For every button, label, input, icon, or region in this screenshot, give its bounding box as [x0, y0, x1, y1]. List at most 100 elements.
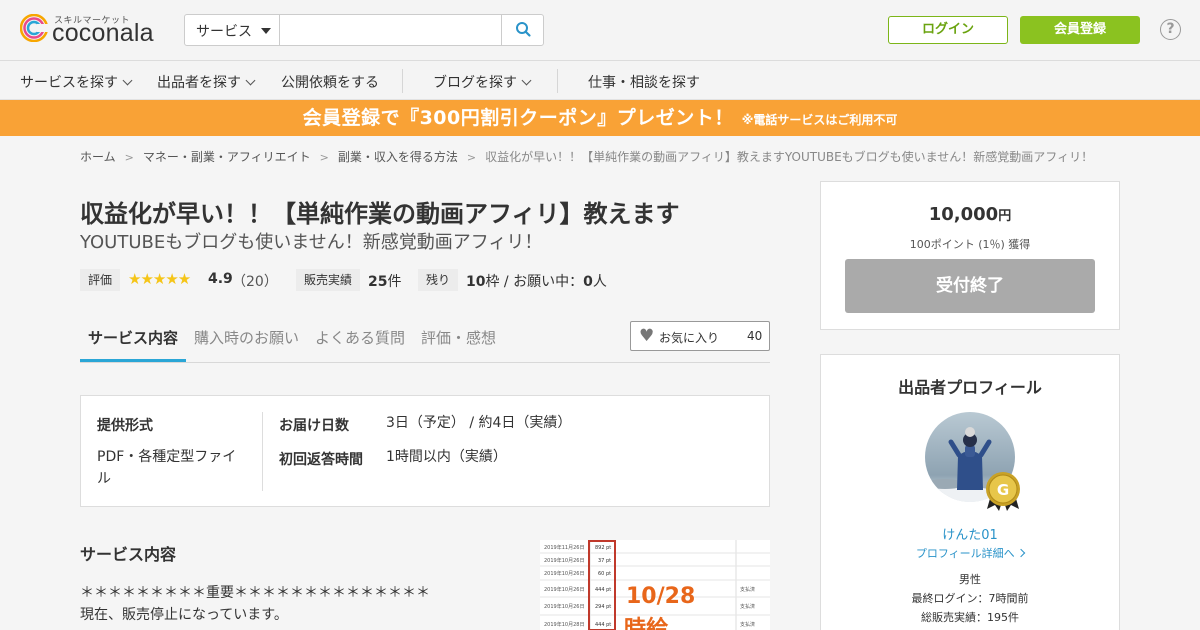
gold-rank-badge-icon: G — [986, 472, 1020, 511]
profile-detail-link[interactable]: プロフィール詳細へ — [821, 545, 1119, 561]
badge-letter: G — [997, 481, 1009, 499]
profile-link-label: プロフィール詳細へ — [915, 547, 1015, 560]
rating-stars-icon: ★★★★★ — [128, 270, 191, 288]
service-subtitle: YOUTUBEもブログも使いません！新感覚動画アフィリ！ — [80, 232, 543, 253]
seller-last-login: 最終ログイン：7時間前 — [911, 592, 1029, 605]
nav-item-label: ブログを探す — [433, 75, 517, 91]
requests-value: 0 — [583, 274, 593, 290]
seller-total-sales: 総販売実績：195件 — [921, 611, 1019, 624]
chevron-down-icon — [521, 75, 532, 86]
thumb-points: 37 pt — [598, 558, 611, 564]
site-header: スキルマーケット coconala サービス ログイン 会員登録 ? — [0, 0, 1200, 61]
remaining-text: 枠 / お願い中： — [485, 274, 584, 290]
sales-value: 25 — [368, 274, 388, 290]
points-note: 100ポイント (1％) 獲得 — [909, 238, 1031, 251]
favorite-button[interactable]: ♥ お気に入り 40 — [630, 321, 770, 351]
chevron-right-icon — [1016, 548, 1026, 558]
tab-reviews[interactable]: 評価・感想 — [421, 327, 496, 348]
search-button[interactable] — [501, 15, 544, 45]
seller-gender: 男性 — [959, 573, 981, 586]
thumb-date: 2019年10月26日 — [544, 586, 584, 593]
remaining-label: 残り — [418, 269, 459, 291]
breadcrumb-home[interactable]: ホーム — [80, 150, 116, 164]
caret-down-icon — [261, 28, 271, 34]
active-tab-indicator — [80, 359, 186, 362]
price-value: 10,000 — [928, 204, 999, 225]
heart-icon: ♥ — [639, 326, 655, 346]
service-info-box: 提供形式 PDF・各種定型ファイル お届け日数 3日（予定） / 約4日（実績）… — [80, 395, 770, 507]
seller-name[interactable]: けんた01 — [821, 524, 1119, 543]
price-currency: 円 — [998, 209, 1012, 224]
chevron-down-icon — [122, 75, 133, 86]
format-label: 提供形式 — [97, 418, 153, 434]
thumb-overlay-text: 時給 — [624, 616, 669, 630]
delivery-label: お届け日数 — [279, 418, 349, 434]
signup-button[interactable]: 会員登録 — [1020, 16, 1140, 44]
thumb-date: 2019年10月26日 — [544, 603, 584, 610]
thumb-points: 444 pt — [595, 587, 611, 593]
nav-divider — [557, 69, 558, 93]
thumb-points: 60 pt — [598, 571, 611, 577]
search-icon — [516, 22, 531, 37]
rating-label: 評価 — [80, 269, 121, 291]
format-value: PDF・各種定型ファイル — [97, 449, 237, 487]
reply-label: 初回返答時間 — [279, 452, 363, 468]
breadcrumb-subcategory[interactable]: 副業・収入を得る方法 — [338, 150, 458, 164]
search-input[interactable] — [281, 15, 500, 45]
rating-value: 4.9 — [208, 271, 233, 287]
nav-divider — [402, 69, 403, 93]
earnings-screenshot: 2019年11月26日 2019年10月26日 2019年10月26日 2019… — [540, 540, 770, 630]
service-thumbnail-image[interactable]: 2019年11月26日 2019年10月26日 2019年10月26日 2019… — [540, 540, 770, 630]
promo-banner[interactable]: 会員登録で『300円割引クーポン』プレゼント！ ※電話サービスはご利用不可 — [0, 100, 1200, 136]
thumb-date: 2019年11月26日 — [544, 544, 584, 551]
nav-item-find-jobs[interactable]: 仕事・相談を探す — [588, 72, 700, 92]
coconala-logo[interactable]: スキルマーケット coconala — [20, 12, 165, 50]
thumb-points: 444 pt — [595, 622, 611, 628]
profile-heading: 出品者プロフィール — [898, 378, 1042, 397]
description-heading: サービス内容 — [80, 545, 177, 564]
breadcrumb-separator: > — [319, 151, 329, 164]
thumb-date: 2019年10月28日 — [544, 621, 584, 628]
login-button[interactable]: ログイン — [888, 16, 1008, 44]
breadcrumb-separator: > — [124, 151, 134, 164]
thumb-overlay-date: 10/28 — [626, 584, 695, 609]
thumb-points: 294 pt — [595, 604, 611, 610]
thumb-date: 2019年10月26日 — [544, 557, 584, 564]
tab-faq[interactable]: よくある質問 — [315, 327, 405, 348]
main-nav: サービスを探す 出品者を探す 公開依頼をする ブログを探す 仕事・相談を探す — [0, 61, 1200, 100]
thumb-status: 支払済 — [740, 603, 755, 610]
requests-unit: 人 — [592, 274, 607, 290]
promo-banner-text: 会員登録で『300円割引クーポン』プレゼント！ — [302, 107, 734, 129]
search-bar: サービス — [184, 14, 544, 46]
nav-item-find-sellers[interactable]: 出品者を探す — [157, 72, 256, 92]
help-icon[interactable]: ? — [1160, 19, 1181, 40]
reply-value: 1時間以内（実績） — [386, 449, 507, 465]
breadcrumb: ホーム > マネー・副業・アフィリエイト > 副業・収入を得る方法 > 収益化が早い！！【単… — [80, 148, 1120, 165]
logo-wordmark: coconala — [52, 19, 154, 47]
tab-purchase-requests[interactable]: 購入時のお願い — [194, 327, 299, 348]
breadcrumb-category[interactable]: マネー・副業・アフィリエイト — [143, 150, 311, 164]
coconala-logo-icon — [20, 14, 48, 42]
thumb-points: 892 pt — [595, 545, 611, 551]
nav-item-public-request[interactable]: 公開依頼をする — [281, 72, 379, 92]
search-category-select[interactable]: サービス — [185, 15, 280, 45]
nav-item-label: サービスを探す — [20, 75, 118, 91]
seller-profile-card: 出品者プロフィール G けんた01 プロフィール詳細へ 男性 最終ログイン：7時… — [820, 354, 1120, 630]
description-line: ＊＊＊＊＊＊＊＊＊重要＊＊＊＊＊＊＊＊＊＊＊＊＊＊ — [80, 585, 430, 601]
description-line: 現在、販売停止になっています。 — [80, 607, 288, 623]
tab-service-details[interactable]: サービス内容 — [88, 327, 178, 348]
promo-banner-note: ※電話サービスはご利用不可 — [741, 113, 898, 127]
favorite-label: お気に入り — [659, 331, 720, 345]
closed-button[interactable]: 受付終了 — [845, 259, 1095, 313]
sales-unit: 件 — [387, 274, 402, 290]
info-divider — [262, 412, 263, 491]
breadcrumb-current: 収益化が早い！！【単純作業の動画アフィリ】教えますYOUTUBEもブログも使いま… — [485, 150, 1094, 164]
nav-item-find-services[interactable]: サービスを探す — [20, 72, 133, 92]
search-category-label: サービス — [196, 24, 252, 40]
price: 10,000円 — [821, 204, 1119, 225]
nav-item-find-blogs[interactable]: ブログを探す — [433, 72, 532, 92]
remaining-value: 10 — [466, 274, 486, 290]
rating-count[interactable]: （20） — [232, 271, 278, 291]
thumb-status: 支払済 — [740, 586, 755, 593]
thumb-date: 2019年10月26日 — [544, 570, 584, 577]
